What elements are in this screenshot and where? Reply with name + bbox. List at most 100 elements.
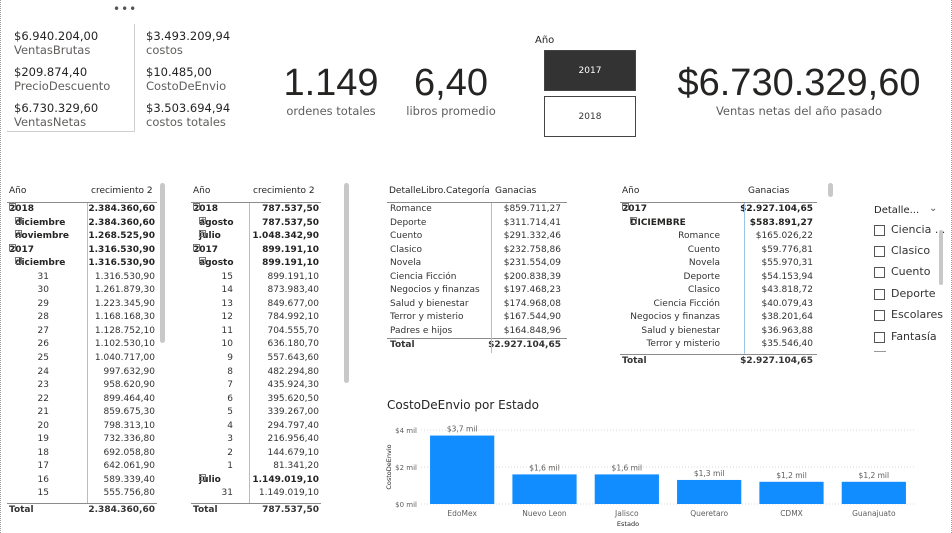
- row-label-text: Clasico: [688, 285, 720, 296]
- row-label: 25: [38, 352, 49, 366]
- expand-icon[interactable]: +: [15, 230, 22, 238]
- matrix3-scrollbar[interactable]: [828, 183, 833, 197]
- row-label-text: 16: [37, 474, 49, 485]
- collapse-icon[interactable]: −: [199, 473, 206, 481]
- matrix1-scrollbar[interactable]: [160, 183, 165, 343]
- slicer-scrollbar[interactable]: [939, 230, 943, 285]
- expand-icon[interactable]: +: [15, 216, 22, 224]
- row-label: Deporte: [390, 217, 427, 228]
- row-value: $164.848,96: [503, 325, 561, 336]
- column-header[interactable]: Año: [193, 186, 210, 196]
- row-label: 31: [38, 271, 49, 285]
- row-value: 1.223.345,90: [94, 298, 155, 309]
- row-label-text: 30: [37, 285, 49, 296]
- bar[interactable]: [759, 481, 824, 504]
- slicer-item[interactable]: Ciencia ...: [874, 223, 945, 239]
- row-label: Clasico: [688, 284, 720, 298]
- collapse-icon[interactable]: −: [193, 203, 200, 210]
- bar[interactable]: [841, 481, 906, 504]
- matrix-row: 15 555.756,80: [7, 487, 157, 501]
- x-tick-label: Guanajuato: [852, 509, 896, 518]
- checkbox[interactable]: [874, 288, 885, 300]
- row-label-text: 27: [37, 325, 49, 336]
- row-label: Novela: [689, 257, 720, 271]
- category-profit-table: DetalleLibro.Categoría Ganacias Romance $85…: [387, 183, 567, 353]
- checkbox[interactable]: [874, 245, 885, 257]
- row-value: $54.153,94: [761, 271, 813, 282]
- row-label-text: diciembre: [15, 217, 66, 228]
- slicer-item[interactable]: Escolares: [874, 308, 943, 324]
- matrix-row: 8 482.294,80: [191, 366, 321, 380]
- row-value: 294.797,40: [267, 420, 319, 431]
- row-label-text: 15: [37, 488, 49, 499]
- column-header[interactable]: crecimiento 2: [91, 186, 153, 196]
- row-label-text: 9: [227, 353, 233, 364]
- row-label: Novela: [390, 258, 422, 269]
- row-label-text: 24: [37, 366, 49, 377]
- data-label: $1,2 mil: [859, 471, 890, 480]
- row-value: 1.168.168,30: [94, 312, 155, 323]
- expand-icon[interactable]: +: [199, 230, 206, 238]
- checkbox[interactable]: [874, 309, 885, 321]
- year-option-2017[interactable]: 2017: [544, 50, 636, 91]
- row-value: $200.838,39: [503, 271, 561, 282]
- matrix-header: Año crecimiento 2: [7, 183, 157, 203]
- row-label: 6: [227, 393, 233, 407]
- slicer-item-label: Ciencia ...: [891, 223, 946, 236]
- card-row: $10.485,00 CostoDeEnvio: [141, 60, 241, 96]
- row-value: 81.341,20: [273, 461, 319, 472]
- year-option-2018[interactable]: 2018: [544, 96, 636, 137]
- column-header[interactable]: crecimiento 2: [253, 186, 315, 196]
- matrix-row: −2017 $2.927.104,65: [620, 203, 817, 217]
- slicer-item[interactable]: Fantasía: [874, 330, 937, 346]
- bar[interactable]: [512, 474, 577, 504]
- data-label: $1,2 mil: [776, 471, 807, 480]
- card-label: costos: [146, 43, 183, 57]
- matrix-row: 15 899.191,10: [191, 271, 321, 285]
- row-label: Negocios y finanzas: [630, 311, 720, 325]
- row-label-text: Negocios y finanzas: [630, 312, 720, 323]
- checkbox[interactable]: [874, 224, 885, 236]
- collapse-icon[interactable]: −: [199, 257, 206, 265]
- column-header[interactable]: Año: [9, 186, 26, 196]
- total-row: Total 2.384.360,60: [7, 503, 157, 517]
- row-label-text: 4: [227, 420, 233, 431]
- bar[interactable]: [677, 479, 742, 504]
- y-tick-label: $4 mil: [395, 427, 417, 435]
- slicer-item[interactable]: Cuento: [874, 265, 930, 281]
- row-value: $165.026,22: [755, 231, 813, 242]
- y-axis-title: CostoDeEnvio: [385, 444, 393, 489]
- slicer-item[interactable]: Deporte: [874, 287, 936, 303]
- collapse-icon[interactable]: −: [9, 203, 16, 210]
- collapse-icon[interactable]: −: [622, 203, 629, 210]
- data-label: $1,6 mil: [529, 463, 560, 472]
- collapse-icon[interactable]: −: [15, 257, 22, 265]
- column-header[interactable]: DetalleLibro.Categoría: [389, 186, 490, 196]
- more-options-icon[interactable]: •••: [113, 2, 137, 16]
- bar[interactable]: [430, 435, 495, 504]
- row-label: 17: [38, 460, 49, 474]
- row-label: −2018: [9, 203, 34, 217]
- expand-icon[interactable]: +: [199, 216, 206, 224]
- slicer-item[interactable]: Clasico: [874, 244, 930, 260]
- row-value: 798.313,10: [103, 420, 155, 431]
- column-divider: [744, 203, 745, 355]
- row-value: $59.776,81: [761, 244, 813, 255]
- matrix2-scrollbar[interactable]: [344, 183, 349, 383]
- row-label: + julio: [199, 230, 221, 244]
- row-value: $197.468,23: [503, 285, 561, 296]
- card-value: $3.493.209,94: [146, 29, 231, 43]
- chevron-down-icon[interactable]: ⌄: [929, 203, 937, 214]
- collapse-icon[interactable]: −: [9, 243, 16, 251]
- table-row: Romance $859.711,27: [387, 203, 567, 217]
- checkbox[interactable]: [874, 266, 885, 278]
- column-header[interactable]: Ganacias: [495, 186, 536, 196]
- kpi-value: $6.730.329,60: [677, 62, 921, 104]
- column-header[interactable]: Ganacias: [748, 186, 789, 196]
- checkbox[interactable]: [874, 331, 885, 343]
- collapse-icon[interactable]: −: [193, 243, 200, 251]
- matrix-row: Clasico $43.818,72: [620, 284, 817, 298]
- collapse-icon[interactable]: −: [630, 216, 637, 224]
- bar[interactable]: [594, 474, 659, 504]
- column-header[interactable]: Año: [622, 186, 639, 196]
